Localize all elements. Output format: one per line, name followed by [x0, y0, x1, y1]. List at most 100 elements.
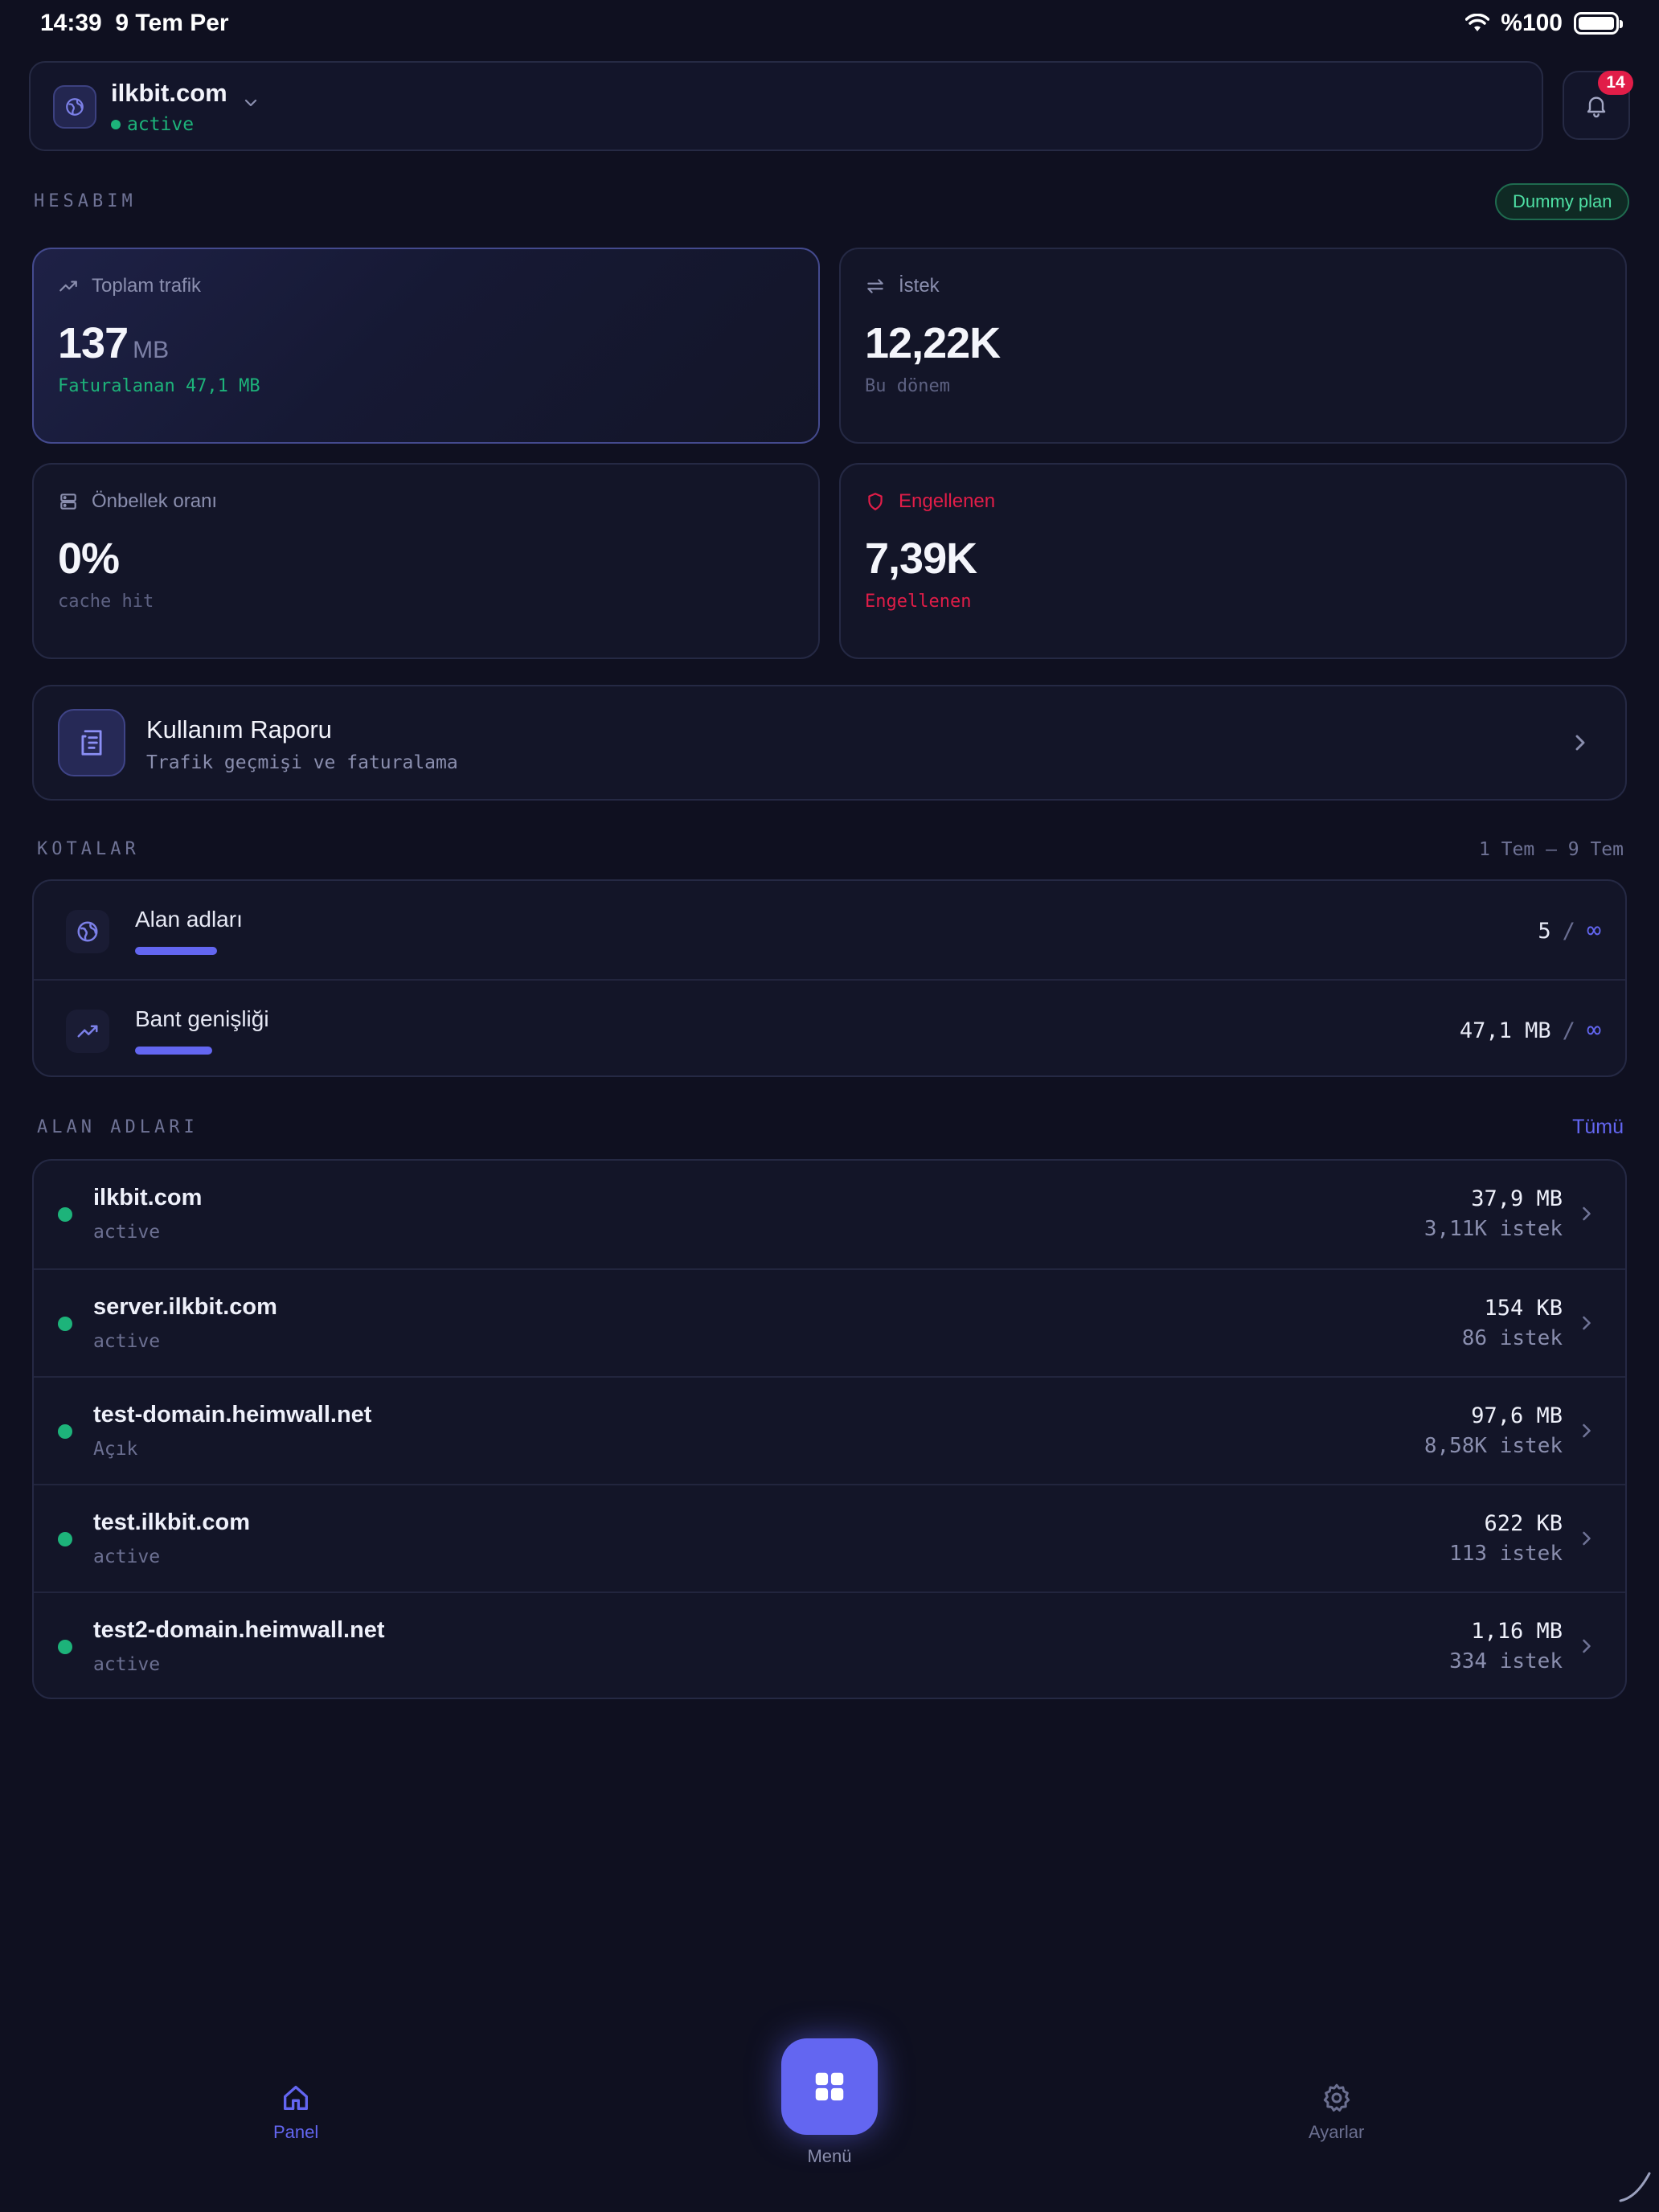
shield-icon [868, 493, 883, 510]
status-dot [58, 1640, 72, 1654]
domain-status: active [93, 1654, 161, 1675]
tab-label: Panel [273, 2122, 319, 2142]
report-icon [58, 709, 125, 776]
card-subtext: Faturalanan 47,1 MB [58, 376, 260, 396]
domain-size: 97,6 MB [1471, 1403, 1563, 1428]
domain-size: 154 KB [1484, 1296, 1563, 1321]
domain-status: active [93, 1546, 161, 1567]
bell-icon [1587, 96, 1606, 118]
domain-name: server.ilkbit.com [93, 1294, 277, 1320]
quota-bar [135, 1047, 376, 1055]
globe-icon [66, 910, 109, 953]
quota-value: 5/∞ [1538, 916, 1601, 944]
tab-panel[interactable]: Panel [273, 2082, 318, 2143]
stat-card-cache[interactable]: Önbellek oranı 0% cache hit [32, 463, 820, 659]
chevron-right-icon [1583, 1206, 1591, 1221]
domain-row[interactable]: test-domain.heimwall.net Açık 97,6 MB 8,… [34, 1376, 1625, 1484]
report-subtitle: Trafik geçmişi ve faturalama [146, 752, 458, 773]
card-value: 0% [58, 535, 120, 583]
globe-icon [53, 85, 96, 129]
wifi-icon [1465, 14, 1490, 31]
report-title: Kullanım Raporu [146, 715, 332, 743]
card-value: 7,39K [865, 535, 977, 583]
usage-report-row[interactable]: Kullanım Raporu Trafik geçmişi ve fatura… [32, 685, 1627, 801]
domain-requests: 113 istek [1449, 1542, 1563, 1566]
domain-requests: 86 istek [1461, 1326, 1563, 1350]
tab-label: Ayarlar [1309, 2122, 1365, 2142]
domain-size: 37,9 MB [1471, 1186, 1563, 1211]
site-switcher[interactable]: ilkbit.com active [29, 61, 1543, 151]
stat-card-blocked[interactable]: Engellenen 7,39K Engellenen [839, 463, 1627, 659]
status-dot [58, 1424, 72, 1439]
notification-badge: 14 [1598, 71, 1633, 95]
domain-row[interactable]: test2-domain.heimwall.net active 1,16 MB… [34, 1591, 1625, 1698]
chevron-right-icon [1575, 735, 1585, 751]
quota-list: Alan adları 5/∞ Bant genişliği 47,1 MB / ∞ [32, 879, 1627, 1077]
quota-value: 47,1 MB / ∞ [1459, 1016, 1601, 1044]
domain-size: 622 KB [1484, 1511, 1563, 1536]
domain-name: test2-domain.heimwall.net [93, 1617, 385, 1643]
status-indicators: %100 [1465, 10, 1623, 37]
card-header: Toplam trafik [58, 275, 201, 297]
quota-label: Bant genişliği [135, 1006, 269, 1031]
card-header: İstek [865, 275, 940, 297]
server-icon [60, 494, 76, 510]
quota-label: Alan adları [135, 907, 243, 932]
arrows-icon [867, 279, 883, 293]
card-header: Engellenen [865, 490, 995, 513]
trend-icon [66, 1010, 109, 1053]
domain-requests: 3,11K istek [1423, 1217, 1563, 1241]
stat-card-traffic[interactable]: Toplam trafik 137 MB Faturalanan 47,1 MB [32, 248, 820, 444]
domain-status: active [93, 1331, 161, 1352]
menu-button[interactable] [781, 2038, 878, 2135]
domain-row[interactable]: test.ilkbit.com active 622 KB 113 istek [34, 1484, 1625, 1591]
quota-row-domains: Alan adları 5/∞ [34, 881, 1625, 979]
section-label-account: HESABIM [34, 191, 137, 211]
domain-size: 1,16 MB [1471, 1619, 1563, 1644]
menu-label: Menü [807, 2146, 852, 2166]
battery-icon [1574, 12, 1623, 35]
section-label-domains: ALAN ADLARI [37, 1117, 199, 1137]
stat-card-requests[interactable]: İstek 12,22K Bu dönem [839, 248, 1627, 444]
card-header: Önbellek oranı [58, 490, 217, 513]
card-subtext: Engellenen [865, 592, 972, 612]
chevron-right-icon [1583, 1316, 1591, 1330]
quota-period: 1 Tem – 9 Tem [1478, 839, 1624, 860]
plan-badge: Dummy plan [1495, 183, 1630, 220]
quota-row-bandwidth: Bant genişliği 47,1 MB / ∞ [34, 979, 1625, 1077]
domain-row[interactable]: ilkbit.com active 37,9 MB 3,11K istek [34, 1161, 1625, 1268]
status-bar: 14:39 9 Tem Per %100 [0, 0, 1659, 51]
view-all-link[interactable]: Tümü [1572, 1116, 1624, 1139]
site-name: ilkbit.com [111, 79, 227, 107]
card-value: 12,22K [865, 319, 1001, 367]
status-time: 14:39 9 Tem Per [40, 10, 229, 36]
domain-requests: 8,58K istek [1423, 1434, 1563, 1458]
status-dot [58, 1532, 72, 1546]
card-subtext: Bu dönem [865, 376, 950, 396]
section-label-quotas: KOTALAR [37, 839, 140, 859]
card-value: 137 MB [58, 319, 170, 367]
domain-name: test-domain.heimwall.net [93, 1402, 372, 1428]
grid-icon [815, 2072, 844, 2101]
chevron-down-icon [244, 99, 257, 107]
card-subtext: cache hit [58, 592, 154, 612]
chevron-right-icon [1583, 1423, 1591, 1438]
domain-status: Açık [93, 1439, 138, 1460]
domain-name: ilkbit.com [93, 1185, 203, 1210]
domain-row[interactable]: server.ilkbit.com active 154 KB 86 istek [34, 1268, 1625, 1376]
chevron-right-icon [1583, 1531, 1591, 1546]
status-dot [58, 1317, 72, 1331]
quota-bar [135, 947, 376, 955]
domain-status: active [93, 1222, 161, 1243]
home-icon [284, 2086, 309, 2110]
resize-handle-icon [1619, 2172, 1651, 2202]
tab-settings[interactable]: Ayarlar [1309, 2082, 1364, 2143]
domain-name: test.ilkbit.com [93, 1509, 250, 1535]
battery-percent: %100 [1501, 10, 1563, 36]
status-dot [111, 120, 121, 129]
domain-requests: 334 istek [1449, 1649, 1563, 1673]
site-status: active [111, 114, 194, 135]
trend-icon [59, 281, 77, 292]
status-dot [58, 1207, 72, 1222]
domain-list: ilkbit.com active 37,9 MB 3,11K istek se… [32, 1159, 1627, 1699]
